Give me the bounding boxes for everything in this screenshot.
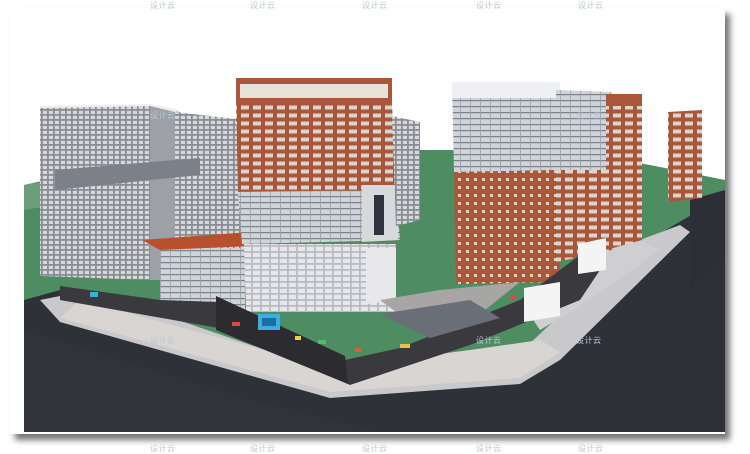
watermark: 设计云 xyxy=(250,1,276,10)
watermark: 设计云 xyxy=(476,1,502,10)
watermark: 设计云 xyxy=(150,1,176,10)
watermark: 设计云 xyxy=(576,336,602,345)
watermark: 设计云 xyxy=(150,111,176,120)
watermark: 设计云 xyxy=(576,111,602,120)
watermark: 设计云 xyxy=(476,444,502,453)
watermark: 设计云 xyxy=(476,336,502,345)
watermark: 设计云 xyxy=(362,444,388,453)
architecture-scene xyxy=(24,78,725,432)
watermark: 设计云 xyxy=(150,444,176,453)
watermark: 设计云 xyxy=(578,1,604,10)
watermark: 设计云 xyxy=(250,444,276,453)
central-tower xyxy=(236,78,420,312)
watermark: 设计云 xyxy=(150,336,176,345)
watermark: 设计云 xyxy=(362,1,388,10)
watermark: 设计云 xyxy=(578,444,604,453)
